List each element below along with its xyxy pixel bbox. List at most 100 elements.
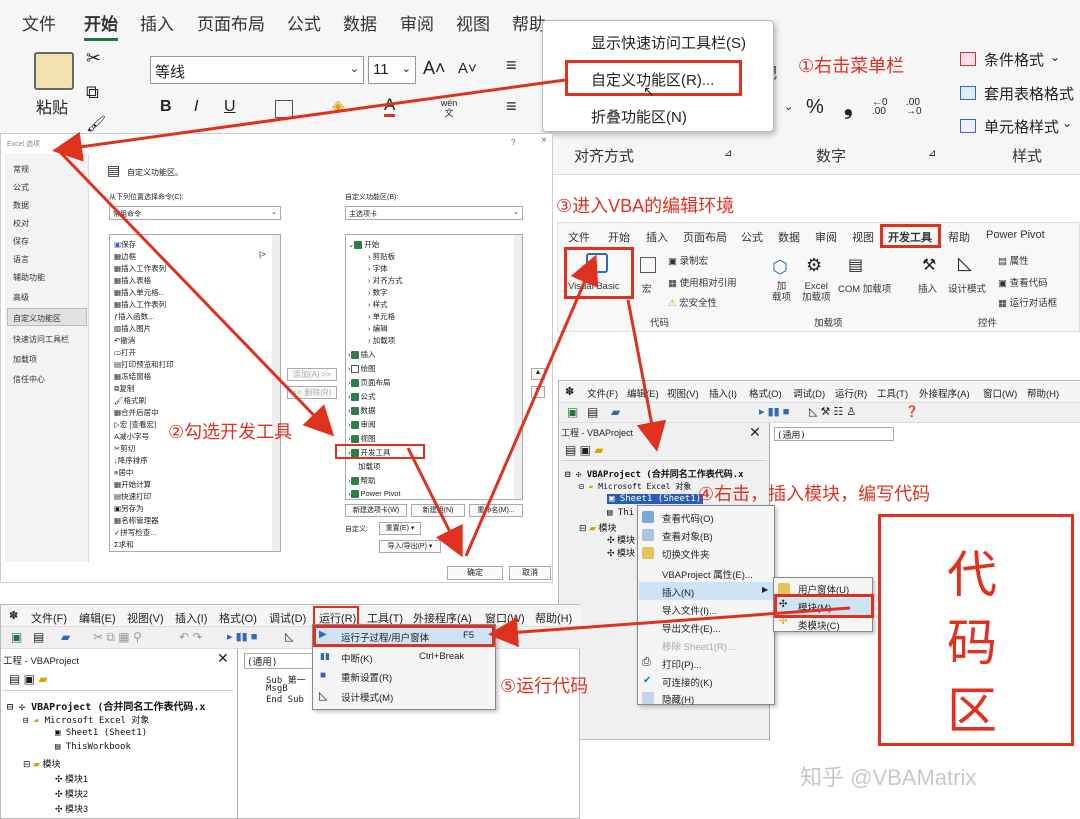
help-icon[interactable]: ? bbox=[511, 138, 515, 147]
menu-debug[interactable]: 调试(D) bbox=[269, 610, 306, 626]
list-item[interactable]: 🖌格式刷 bbox=[114, 395, 146, 406]
menu-addins[interactable]: 外接程序(A) bbox=[919, 386, 970, 400]
dialog-launcher-icon[interactable]: ⊿ bbox=[928, 148, 936, 159]
nav-accessibility[interactable]: 辅助功能 bbox=[13, 272, 45, 283]
tab-view[interactable]: 视图 bbox=[456, 10, 490, 35]
list-item[interactable]: ▣另存为 bbox=[114, 503, 144, 514]
macro-button[interactable]: 宏 bbox=[642, 281, 652, 295]
list-item[interactable]: ≡居中 bbox=[114, 467, 133, 478]
menu-item-insert[interactable]: 插入(N) bbox=[662, 585, 694, 599]
tab-file[interactable]: 文件 bbox=[22, 10, 56, 35]
format-painter-icon[interactable]: 🖌 bbox=[86, 114, 106, 134]
tab-file[interactable]: 文件 bbox=[568, 229, 590, 245]
rename-button[interactable]: 重命名(M)... bbox=[469, 504, 523, 517]
menu-item-view-code[interactable]: 查看代码(O) bbox=[662, 511, 714, 525]
menu-item-import[interactable]: 导入文件(I)... bbox=[662, 603, 717, 617]
tree-item-addins[interactable]: 加载项 bbox=[358, 461, 381, 472]
tree-child[interactable]: › 加载项 bbox=[368, 335, 395, 346]
save-icon[interactable]: ▰ bbox=[611, 405, 620, 419]
menu-item-export[interactable]: 导出文件(E)... bbox=[662, 621, 721, 635]
dialog-launcher-icon[interactable]: ⊿ bbox=[724, 148, 732, 159]
tree-item-draw[interactable]: › 绘图 bbox=[348, 363, 376, 374]
list-item[interactable]: ▦插入单元格... bbox=[114, 287, 165, 298]
cut-icon[interactable]: ✂ bbox=[86, 48, 101, 69]
tree-item-power-pivot[interactable]: › Power Pivot bbox=[348, 489, 401, 499]
shrink-font-icon[interactable]: A˅ bbox=[458, 60, 477, 77]
tree-item-data[interactable]: › 数据 bbox=[348, 405, 376, 416]
tab-insert[interactable]: 插入 bbox=[140, 10, 174, 35]
menu-view[interactable]: 视图(V) bbox=[667, 386, 699, 400]
nav-formulas[interactable]: 公式 bbox=[13, 182, 29, 193]
scrollbar[interactable] bbox=[514, 235, 522, 499]
object-combo[interactable]: (通用) bbox=[774, 427, 894, 441]
list-item[interactable]: ▦开始计算 bbox=[114, 479, 151, 490]
thisworkbook-node[interactable]: ▤ ThisWorkbook bbox=[55, 742, 131, 752]
tab-home[interactable]: 开始 bbox=[84, 10, 118, 41]
relative-ref-button[interactable]: ▦ 使用相对引用 bbox=[668, 275, 737, 289]
close-icon[interactable]: ✕ bbox=[217, 650, 229, 667]
tree-item-view[interactable]: › 视图 bbox=[348, 433, 376, 444]
list-item[interactable]: ▦插入工作表列 bbox=[114, 299, 166, 310]
nav-advanced[interactable]: 高级 bbox=[13, 292, 29, 303]
tab-page-layout[interactable]: 页面布局 bbox=[683, 229, 727, 245]
insert-icon[interactable]: ▤ bbox=[33, 630, 44, 644]
tree-item-review[interactable]: › 审阅 bbox=[348, 419, 376, 430]
paste-icon[interactable] bbox=[34, 52, 74, 90]
menu-item-break[interactable]: 中断(K) bbox=[341, 651, 373, 665]
phonetic-icon[interactable]: wén 文 bbox=[438, 98, 460, 118]
commands-list[interactable]: ▣保存 ▦边框 ▦插入工作表列 ▦插入表格 ▦插入单元格... ▦插入工作表列 … bbox=[109, 234, 281, 552]
align-top-icon[interactable]: ≡ bbox=[506, 55, 517, 76]
code-line[interactable]: MsgB bbox=[266, 684, 288, 694]
addins-button[interactable]: 加 载项 bbox=[772, 281, 791, 303]
sheet1-node[interactable]: ▣ Sheet1 (Sheet1) bbox=[607, 494, 704, 504]
list-item[interactable]: ↶撤消 bbox=[114, 335, 135, 346]
nav-save[interactable]: 保存 bbox=[13, 236, 29, 247]
tree-child[interactable]: › 编辑 bbox=[368, 323, 388, 334]
tree-item-help[interactable]: › 帮助 bbox=[348, 475, 376, 486]
cancel-button[interactable]: 取消 bbox=[509, 566, 551, 580]
menu-run[interactable]: 运行(R) bbox=[835, 386, 867, 400]
list-item[interactable]: ▷宏 [查看宏] bbox=[114, 419, 156, 430]
tree-child[interactable]: › 对齐方式 bbox=[368, 275, 403, 286]
thisworkbook-node[interactable]: ▤ Thi bbox=[607, 508, 634, 518]
reset-button[interactable]: 重置(E) ▾ bbox=[379, 522, 421, 535]
modules-folder[interactable]: ⊟ ▰ 模块 bbox=[23, 757, 61, 770]
menu-item-toggle-folders[interactable]: 切换文件夹 bbox=[662, 547, 710, 561]
design-mode-button[interactable]: 设计模式 bbox=[948, 281, 986, 295]
list-item[interactable]: ▣保存 bbox=[114, 239, 136, 250]
menu-edit[interactable]: 编辑(E) bbox=[627, 386, 659, 400]
tab-home[interactable]: 开始 bbox=[608, 229, 630, 245]
list-item[interactable]: ✂剪切 bbox=[114, 443, 135, 454]
close-icon[interactable]: ✕ bbox=[749, 424, 761, 441]
tree-item-home[interactable]: ⌄ 开始 bbox=[348, 239, 379, 250]
font-name-select[interactable]: 等线 ⌄ bbox=[150, 56, 364, 84]
list-item[interactable]: ↓降序排序 bbox=[114, 455, 148, 466]
macro-security-button[interactable]: ⚠ 宏安全性 bbox=[668, 295, 717, 309]
increase-decimal-icon[interactable]: ←0.00 bbox=[872, 98, 888, 117]
menu-help[interactable]: 帮助(H) bbox=[535, 610, 572, 626]
com-addins-button[interactable]: COM 加载项 bbox=[838, 281, 891, 295]
module-node[interactable]: ✣ 模块2 bbox=[55, 787, 88, 800]
tab-review[interactable]: 审阅 bbox=[400, 10, 434, 35]
view-code-button[interactable]: ▣ 查看代码 bbox=[998, 275, 1048, 289]
menu-item-view-object[interactable]: 查看对象(B) bbox=[662, 529, 713, 543]
menu-item-show-qat[interactable]: 显示快速访问工具栏(S) bbox=[591, 32, 746, 53]
nav-proofing[interactable]: 校对 bbox=[13, 218, 29, 229]
commands-select[interactable]: 常用命令 ⌄ bbox=[109, 206, 281, 220]
italic-button[interactable]: I bbox=[194, 98, 198, 116]
run-icon[interactable]: ▸ ▮▮ ■ bbox=[759, 405, 789, 418]
tab-help[interactable]: 帮助 bbox=[948, 229, 970, 245]
ok-button[interactable]: 确定 bbox=[447, 566, 503, 580]
sheet1-node[interactable]: ▣ Sheet1 (Sheet1) bbox=[55, 728, 147, 738]
list-item[interactable]: ▦冻结窗格 bbox=[114, 371, 151, 382]
menu-item-dockable[interactable]: 可连接的(K) bbox=[662, 675, 713, 689]
tree-item-formulas[interactable]: › 公式 bbox=[348, 391, 376, 402]
list-item[interactable]: ▦边框 bbox=[114, 251, 136, 262]
move-down-button[interactable]: ▼ bbox=[531, 386, 545, 398]
comma-button[interactable]: ❟ bbox=[844, 94, 853, 120]
properties-button[interactable]: ▤ 属性 bbox=[998, 253, 1029, 267]
list-item[interactable]: ▦插入工作表列 bbox=[114, 263, 166, 274]
module-node[interactable]: ✣ 模块 bbox=[607, 533, 635, 546]
fill-color-icon[interactable]: ◈ bbox=[332, 96, 344, 116]
remove-button[interactable]: << 删除(R) bbox=[287, 386, 337, 399]
